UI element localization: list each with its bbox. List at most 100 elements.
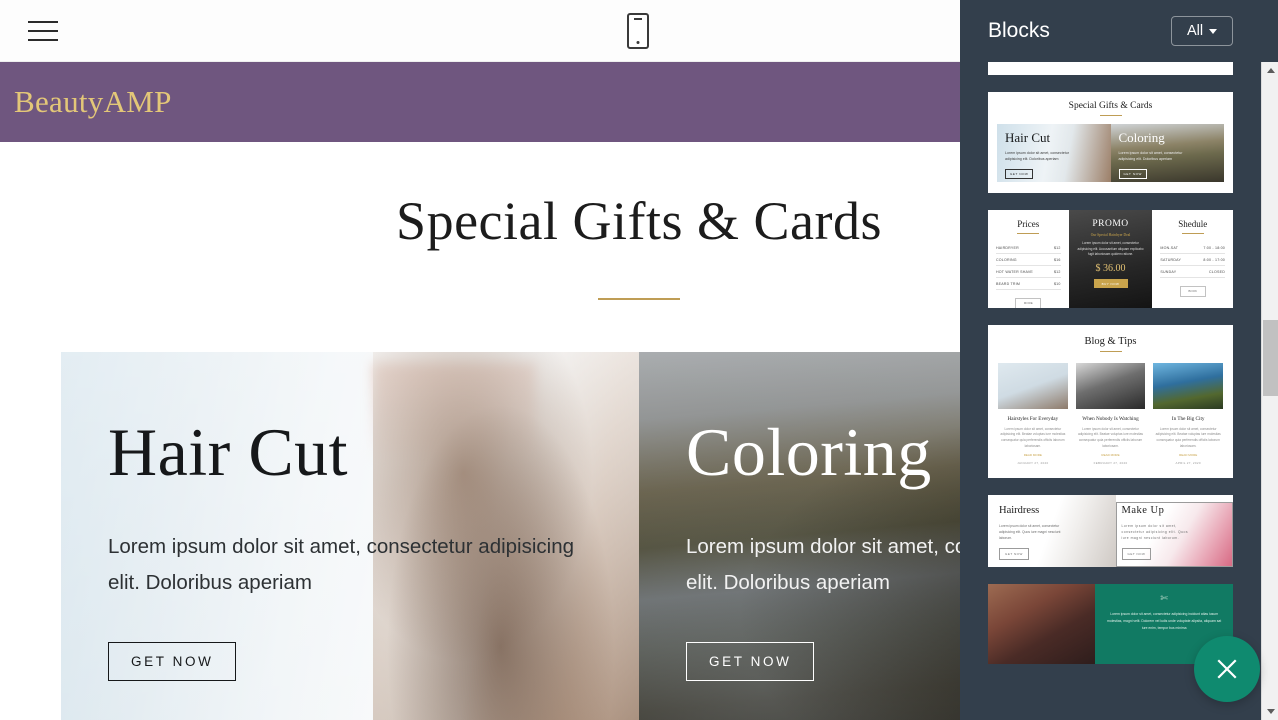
feature-text: Lorem ipsum dolor sit amet, consectetur … (1107, 612, 1222, 630)
services-mini: ✄ Haircut Lorem ipsum dolor sit amet, co… (988, 62, 1233, 75)
price-row: COLORING $16 (996, 254, 1061, 266)
hamburger-menu-icon[interactable] (28, 16, 58, 46)
post-read-more-link: READ MORE (1101, 453, 1120, 458)
price-value: $10 (1053, 281, 1061, 286)
blog-post: In The Big City Lorem ipsum dolor sit am… (1153, 362, 1224, 465)
blog-post: Hairstyles For Everyday Lorem ipsum dolo… (998, 362, 1068, 466)
block-thumbnail-gifts-cards[interactable]: Special Gifts & Cards Hair Cut Lorem ips… (988, 91, 1233, 193)
post-image (998, 362, 1068, 409)
get-now-button[interactable]: GET NOW (686, 641, 815, 681)
mini-card-text: Lorem ipsum dolor sit amet, consectetur … (1118, 150, 1183, 161)
prices-column: Prices HAIRDRYER $12 COLORING $16 HOT WA… (988, 210, 1069, 308)
mini-get-now-button: GET NOW (1118, 169, 1147, 180)
schedule-row: MON-SAT 7:00 - 18:00 (1160, 242, 1225, 254)
price-label: BEARD TRIM (996, 281, 1021, 286)
price-value: $16 (1053, 257, 1061, 262)
schedule-label: SUNDAY (1160, 269, 1177, 274)
close-icon (1217, 659, 1237, 679)
price-value: $12 (1053, 269, 1061, 274)
service-price: $10 (1001, 62, 1040, 63)
card-content: Hair Cut Lorem ipsum dolor sit amet, con… (108, 414, 619, 681)
chevron-down-icon (1209, 28, 1218, 34)
mini-card-hairdress: Hairdress Lorem ipsum dolor sit amet, co… (988, 495, 1116, 568)
filter-label: All (1186, 23, 1204, 39)
schedule-label: SATURDAY (1160, 257, 1182, 262)
schedule-value: 7:00 - 18:00 (1203, 245, 1225, 250)
promo-price: $ 36.00 (1095, 263, 1126, 275)
mini-get-now-button: GET NOW (1005, 169, 1034, 180)
price-label: HOT WATER SHAVE (996, 269, 1034, 274)
feature-image (988, 584, 1096, 665)
block-thumbnail-hairdress-makeup[interactable]: Hairdress Lorem ipsum dolor sit amet, co… (988, 495, 1233, 568)
mini-title: Special Gifts & Cards (1068, 100, 1153, 111)
mobile-preview-icon[interactable] (627, 13, 649, 49)
divider (1017, 232, 1040, 234)
block-thumbnail-services[interactable]: ✄ Haircut Lorem ipsum dolor sit amet, co… (988, 62, 1233, 75)
schedule-value: 8:00 - 17:00 (1203, 257, 1225, 262)
post-image (1075, 362, 1146, 409)
scrollbar-thumb[interactable] (1263, 320, 1278, 396)
mini-card-makeup: Make Up Lorem ipsum dolor sit amet, cons… (1115, 502, 1233, 568)
blocks-panel: Blocks All ✄ Haircut Lorem ipsum dolor s… (960, 0, 1278, 720)
mini-get-now-button: GET NOW (999, 548, 1029, 561)
blocks-list[interactable]: ✄ Haircut Lorem ipsum dolor sit amet, co… (960, 62, 1261, 720)
feature-teal-mini: ✄ Lorem ipsum dolor sit amet, consectetu… (988, 584, 1233, 665)
prices-promo-mini: Prices HAIRDRYER $12 COLORING $16 HOT WA… (988, 209, 1233, 308)
title-divider (598, 298, 680, 300)
schedule-row: SATURDAY 8:00 - 17:00 (1160, 254, 1225, 266)
mini-title: Shedule (1178, 218, 1208, 229)
schedule-column: Shedule MON-SAT 7:00 - 18:00 SATURDAY 8:… (1152, 210, 1233, 308)
mini-card-haircut: Hair Cut Lorem ipsum dolor sit amet, con… (997, 123, 1111, 182)
blocks-panel-scrollbar[interactable] (1261, 62, 1278, 720)
blocks-panel-header: Blocks All (960, 0, 1278, 62)
post-date: JANUARY 27, 2020 (1017, 461, 1049, 466)
post-heading: Hairstyles For Everyday (1007, 415, 1059, 422)
mini-card-coloring: Coloring Lorem ipsum dolor sit amet, con… (1110, 123, 1224, 182)
hamburger-bar (28, 39, 58, 41)
close-panel-button[interactable] (1194, 636, 1260, 702)
block-thumbnail-feature-teal[interactable]: ✄ Lorem ipsum dolor sit amet, consectetu… (988, 584, 1233, 665)
price-list: HAIRDRYER $12 COLORING $16 HOT WATER SHA… (996, 242, 1061, 290)
divider (1181, 232, 1204, 234)
card-haircut[interactable]: Hair Cut Lorem ipsum dolor sit amet, con… (61, 352, 639, 720)
schedule-book-button: BOOK (1179, 285, 1206, 297)
hamburger-bar (28, 21, 58, 23)
get-now-button[interactable]: GET NOW (108, 641, 237, 681)
scroll-down-arrow-icon[interactable] (1262, 703, 1278, 720)
mini-title: Blog & Tips (1084, 335, 1137, 347)
service-item: ▥ Hairstyle Lorem ipsum dolor sit amet, … (1088, 62, 1133, 63)
price-row: HOT WATER SHAVE $12 (996, 266, 1061, 278)
block-thumbnail-prices-promo-schedule[interactable]: Prices HAIRDRYER $12 COLORING $16 HOT WA… (988, 209, 1233, 308)
mini-card-heading: Coloring (1118, 129, 1165, 145)
post-date: FEBRUARY 27, 2020 (1093, 461, 1128, 466)
mini-title: Prices (1017, 218, 1040, 229)
promo-text: Lorem ipsum dolor sit amet, consectetur … (1077, 240, 1144, 257)
category-filter-dropdown[interactable]: All (1171, 16, 1233, 46)
mini-card-heading: Hair Cut (1005, 129, 1051, 145)
service-price: $11 (1136, 62, 1175, 63)
divider (1099, 350, 1122, 352)
service-price: $11 (1046, 62, 1085, 63)
price-row: HAIRDRYER $12 (996, 242, 1061, 254)
price-label: HAIRDRYER (996, 245, 1019, 250)
card-heading: Hair Cut (108, 414, 349, 490)
service-item: ◎ Coloring Lorem ipsum dolor sit amet, c… (1133, 62, 1178, 63)
post-heading: When Nobody Is Watching (1082, 415, 1139, 422)
service-price: $10 (1181, 62, 1220, 63)
site-brand[interactable]: BeautyAMP (14, 84, 172, 120)
mini-cards-row: Hair Cut Lorem ipsum dolor sit amet, con… (997, 123, 1224, 182)
prices-more-button: MORE (1015, 297, 1042, 308)
blog-posts-row: Hairstyles For Everyday Lorem ipsum dolo… (998, 362, 1224, 466)
mini-card-text: Lorem ipsum dolor sit amet, consectetur … (1121, 523, 1189, 540)
block-thumbnail-blog-tips[interactable]: Blog & Tips Hairstyles For Everyday Lore… (988, 324, 1233, 479)
promo-subtitle: Our Special Hairdryer Deal (1090, 232, 1131, 237)
service-item: ♥ Shaving Lorem ipsum dolor sit amet, co… (1178, 62, 1223, 63)
scroll-up-arrow-icon[interactable] (1262, 62, 1278, 79)
mini-card-heading: Hairdress (999, 505, 1040, 517)
divider (1099, 114, 1122, 116)
mini-card-text: Lorem ipsum dolor sit amet, consectetur … (999, 523, 1061, 540)
post-heading: In The Big City (1171, 415, 1205, 422)
service-item: ✄ Haircut Lorem ipsum dolor sit amet, co… (998, 62, 1043, 63)
post-read-more-link: READ MORE (1023, 453, 1042, 458)
mini-card-heading: Make Up (1121, 505, 1165, 517)
